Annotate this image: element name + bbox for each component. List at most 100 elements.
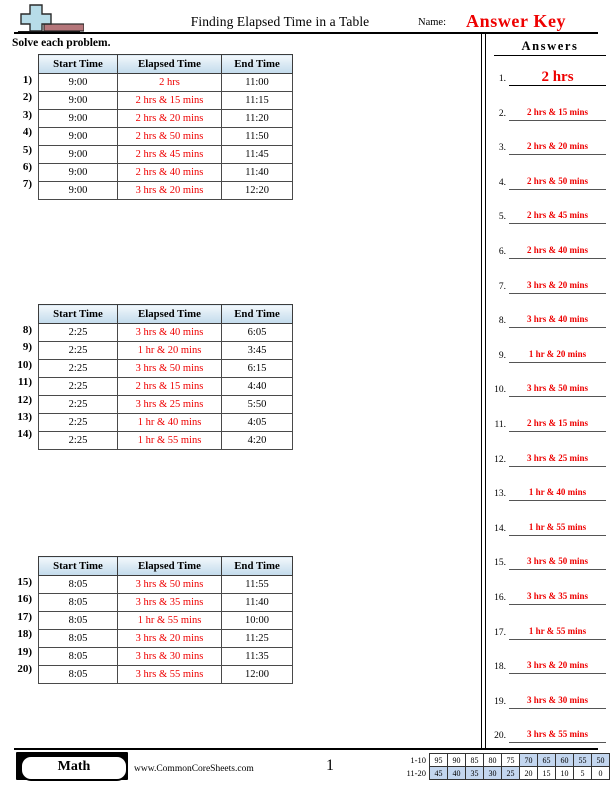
question-number: 6) bbox=[22, 161, 32, 173]
answer-value[interactable]: 3 hrs & 55 mins bbox=[509, 725, 606, 744]
elapsed-time-table: Start Time Elapsed Time End Time 9:00 2 hrs 1… bbox=[38, 54, 293, 200]
question-number: 19) bbox=[17, 645, 32, 658]
answer-row: 2. 2 hrs & 15 mins bbox=[489, 103, 607, 125]
answer-value[interactable]: 1 hr & 20 mins bbox=[509, 345, 606, 363]
answer-number: 14. bbox=[494, 523, 506, 534]
answer-row: 14. 1 hr & 55 mins bbox=[489, 518, 607, 540]
table-row: 9:00 2 hrs & 15 mins 11:15 bbox=[38, 91, 293, 110]
end-time-cell: 11:45 bbox=[221, 145, 293, 164]
elapsed-time-cell[interactable]: 2 hrs bbox=[117, 73, 222, 92]
answer-value[interactable]: 2 hrs & 50 mins bbox=[509, 172, 606, 190]
score-cell: 55 bbox=[573, 753, 592, 767]
end-time-cell: 11:55 bbox=[221, 575, 293, 594]
elapsed-time-cell[interactable]: 2 hrs & 15 mins bbox=[117, 377, 222, 396]
answer-row: 3. 2 hrs & 20 mins bbox=[489, 137, 607, 159]
answer-value[interactable]: 2 hrs & 15 mins bbox=[509, 414, 606, 432]
start-time-cell: 2:25 bbox=[38, 377, 118, 396]
answer-value[interactable]: 2 hrs & 15 mins bbox=[509, 103, 606, 121]
answer-row: 6. 2 hrs & 40 mins bbox=[489, 241, 607, 263]
name-label: Name: bbox=[418, 17, 446, 28]
answer-value[interactable]: 3 hrs & 50 mins bbox=[509, 552, 606, 571]
score-cell: 85 bbox=[465, 753, 484, 767]
elapsed-time-cell[interactable]: 1 hr & 40 mins bbox=[117, 413, 222, 432]
answer-value[interactable]: 1 hr & 55 mins bbox=[509, 622, 606, 640]
start-time-cell: 2:25 bbox=[38, 395, 118, 414]
question-number: 11) bbox=[17, 376, 32, 389]
instructions-text: Solve each problem. bbox=[12, 37, 111, 49]
vertical-divider-right bbox=[485, 34, 486, 748]
answer-value[interactable]: 1 hr & 55 mins bbox=[509, 518, 606, 536]
end-time-cell: 11:40 bbox=[221, 163, 293, 182]
answer-value[interactable]: 3 hrs & 30 mins bbox=[509, 691, 606, 709]
answer-row: 17. 1 hr & 55 mins bbox=[489, 622, 607, 644]
answer-value[interactable]: 1 hr & 40 mins bbox=[509, 483, 606, 502]
website-url: www.CommonCoreSheets.com bbox=[134, 764, 254, 774]
start-time-cell: 9:00 bbox=[38, 145, 118, 164]
answer-value[interactable]: 3 hrs & 35 mins bbox=[509, 587, 606, 605]
column-header: Elapsed Time bbox=[117, 54, 222, 74]
elapsed-time-cell[interactable]: 3 hrs & 50 mins bbox=[117, 575, 222, 594]
answer-number: 13. bbox=[494, 489, 506, 500]
answer-row: 9. 1 hr & 20 mins bbox=[489, 345, 607, 367]
answer-value[interactable]: 3 hrs & 25 mins bbox=[509, 449, 606, 467]
score-row: 11-20 45 40 35 30 25 20 15 10 5 0 bbox=[396, 766, 610, 780]
column-header: End Time bbox=[221, 304, 293, 324]
elapsed-time-cell[interactable]: 3 hrs & 30 mins bbox=[117, 647, 222, 666]
elapsed-time-cell[interactable]: 3 hrs & 20 mins bbox=[117, 629, 222, 648]
answer-row: 16. 3 hrs & 35 mins bbox=[489, 587, 607, 609]
table-row: 8:05 3 hrs & 55 mins 12:00 bbox=[38, 665, 293, 684]
answer-value[interactable]: 3 hrs & 40 mins bbox=[509, 310, 606, 329]
end-time-cell: 11:15 bbox=[221, 91, 293, 110]
elapsed-time-cell[interactable]: 3 hrs & 35 mins bbox=[117, 593, 222, 612]
answer-value[interactable]: 2 hrs bbox=[509, 68, 606, 86]
elapsed-time-cell[interactable]: 2 hrs & 40 mins bbox=[117, 163, 222, 182]
answer-value[interactable]: 2 hrs & 40 mins bbox=[509, 241, 606, 259]
table-row: 2:25 2 hrs & 15 mins 4:40 bbox=[38, 377, 293, 396]
answer-number: 17. bbox=[494, 627, 506, 638]
start-time-cell: 2:25 bbox=[38, 413, 118, 432]
score-cell: 30 bbox=[483, 766, 502, 780]
elapsed-time-cell[interactable]: 1 hr & 20 mins bbox=[117, 341, 222, 360]
elapsed-time-cell[interactable]: 1 hr & 55 mins bbox=[117, 431, 222, 450]
answer-row: 7. 3 hrs & 20 mins bbox=[489, 276, 607, 298]
page-number: 1 bbox=[326, 757, 334, 774]
elapsed-time-cell[interactable]: 3 hrs & 20 mins bbox=[117, 181, 222, 200]
table-3: Start Time Elapsed Time End Time 8:05 3 hrs … bbox=[38, 556, 293, 684]
answer-value[interactable]: 3 hrs & 20 mins bbox=[509, 656, 606, 675]
column-header: Elapsed Time bbox=[117, 556, 222, 576]
end-time-cell: 11:00 bbox=[221, 73, 293, 92]
table-row: 9:00 2 hrs & 50 mins 11:50 bbox=[38, 127, 293, 146]
elapsed-time-cell[interactable]: 2 hrs & 50 mins bbox=[117, 127, 222, 146]
answer-row: 5. 2 hrs & 45 mins bbox=[489, 206, 607, 228]
elapsed-time-cell[interactable]: 3 hrs & 55 mins bbox=[117, 665, 222, 684]
table-row: 8:05 1 hr & 55 mins 10:00 bbox=[38, 611, 293, 630]
answer-value[interactable]: 2 hrs & 45 mins bbox=[509, 206, 606, 225]
table-row: 8:05 3 hrs & 20 mins 11:25 bbox=[38, 629, 293, 648]
end-time-cell: 12:00 bbox=[221, 665, 293, 684]
start-time-cell: 2:25 bbox=[38, 323, 118, 342]
start-time-cell: 8:05 bbox=[38, 665, 118, 684]
question-number: 3) bbox=[22, 108, 32, 121]
elapsed-time-cell[interactable]: 3 hrs & 25 mins bbox=[117, 395, 222, 414]
end-time-cell: 11:50 bbox=[221, 127, 293, 146]
answer-value[interactable]: 2 hrs & 20 mins bbox=[509, 137, 606, 156]
answer-value[interactable]: 3 hrs & 20 mins bbox=[509, 276, 606, 294]
header-divider-rule bbox=[14, 32, 598, 34]
elapsed-time-cell[interactable]: 2 hrs & 20 mins bbox=[117, 109, 222, 128]
answer-number: 19. bbox=[494, 696, 506, 707]
answer-row: 4. 2 hrs & 50 mins bbox=[489, 172, 607, 194]
elapsed-time-cell[interactable]: 3 hrs & 40 mins bbox=[117, 323, 222, 342]
answer-number: 9. bbox=[498, 350, 506, 361]
start-time-cell: 9:00 bbox=[38, 109, 118, 128]
question-number: 5) bbox=[22, 143, 32, 156]
answer-row: 12. 3 hrs & 25 mins bbox=[489, 449, 607, 471]
elapsed-time-cell[interactable]: 2 hrs & 15 mins bbox=[117, 91, 222, 110]
answer-number: 11. bbox=[494, 420, 506, 430]
elapsed-time-table: Start Time Elapsed Time End Time 8:05 3 hrs … bbox=[38, 556, 293, 684]
answer-number: 20. bbox=[494, 731, 506, 742]
elapsed-time-cell[interactable]: 1 hr & 55 mins bbox=[117, 611, 222, 630]
elapsed-time-cell[interactable]: 2 hrs & 45 mins bbox=[117, 145, 222, 164]
elapsed-time-cell[interactable]: 3 hrs & 50 mins bbox=[117, 359, 222, 378]
subject-badge: Math bbox=[20, 755, 128, 781]
answer-value[interactable]: 3 hrs & 50 mins bbox=[509, 379, 606, 398]
